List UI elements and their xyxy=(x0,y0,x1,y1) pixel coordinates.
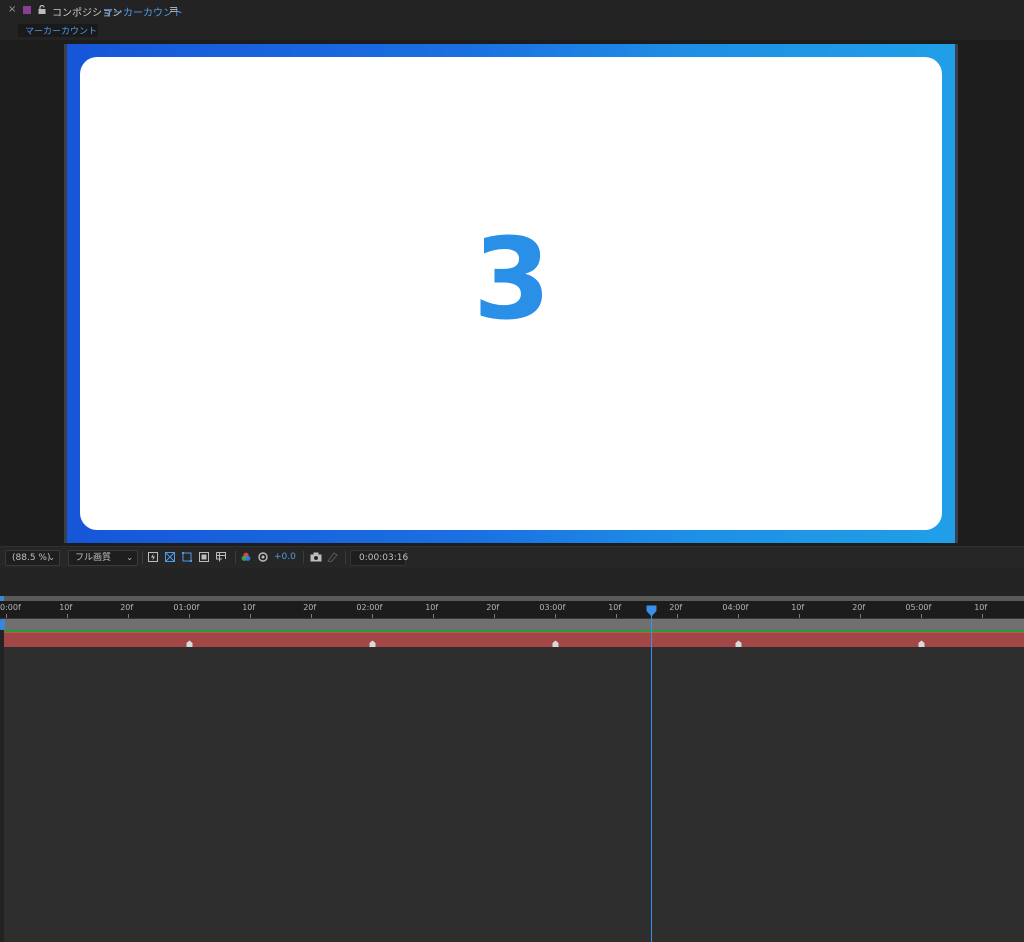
ruler-tick xyxy=(738,614,739,618)
ruler-tick xyxy=(128,614,129,618)
zoom-dropdown[interactable]: (88.5 %) ⌄ xyxy=(5,550,60,566)
exposure-value[interactable]: +0.0 xyxy=(274,552,296,562)
transparency-grid-icon[interactable] xyxy=(165,552,175,562)
ruler-tick xyxy=(982,614,983,618)
playhead-line[interactable] xyxy=(651,611,652,942)
work-area-start-handle[interactable] xyxy=(0,619,5,630)
ruler-label: 20f xyxy=(120,603,134,612)
ruler-tick xyxy=(6,614,7,618)
resolution-value: フル画質 xyxy=(75,553,112,563)
countdown-number: 3 xyxy=(473,215,551,345)
current-time-value: 0:00:03:16 xyxy=(359,553,409,563)
ruler-tick xyxy=(616,614,617,618)
mask-path-icon[interactable] xyxy=(182,552,192,562)
composition-subtab-label[interactable]: マーカーカウント xyxy=(25,24,97,37)
toolbar-divider xyxy=(345,551,346,564)
lock-icon[interactable] xyxy=(38,5,46,14)
timeline-left-edge xyxy=(0,632,4,942)
ruler-label: 0:00f xyxy=(0,603,21,612)
color-channel-icon[interactable] xyxy=(241,552,251,562)
ruler-tick xyxy=(494,614,495,618)
ruler-label: 20f xyxy=(486,603,500,612)
region-of-interest-icon[interactable] xyxy=(199,552,209,562)
ruler-tick xyxy=(67,614,68,618)
fast-previews-icon[interactable] xyxy=(148,552,158,562)
playhead-handle-icon[interactable] xyxy=(646,605,657,617)
ruler-label: 20f xyxy=(303,603,317,612)
chevron-down-icon: ⌄ xyxy=(48,553,55,562)
ruler-tick xyxy=(555,614,556,618)
ruler-label: 02:00f xyxy=(356,603,383,612)
ruler-label: 10f xyxy=(425,603,439,612)
ruler-tick xyxy=(677,614,678,618)
ruler-tick xyxy=(799,614,800,618)
ruler-label: 01:00f xyxy=(173,603,200,612)
toolbar-divider xyxy=(235,551,236,564)
ruler-label: 10f xyxy=(242,603,256,612)
time-ruler[interactable] xyxy=(0,601,1024,619)
canvas-edge-right xyxy=(955,44,958,543)
resolution-dropdown[interactable]: フル画質 ⌄ xyxy=(68,550,138,566)
ruler-label: 10f xyxy=(608,603,622,612)
panel-menu-icon[interactable]: ≡ xyxy=(169,3,178,16)
ruler-label: 10f xyxy=(59,603,73,612)
ruler-label: 20f xyxy=(852,603,866,612)
ruler-tick xyxy=(311,614,312,618)
current-time-display[interactable]: 0:00:03:16 xyxy=(350,550,409,566)
ruler-tick xyxy=(250,614,251,618)
composition-subtab-row xyxy=(0,22,1024,40)
timeline-track-area[interactable] xyxy=(4,647,1024,942)
ruler-label: 20f xyxy=(669,603,683,612)
ruler-tick xyxy=(372,614,373,618)
ruler-label: 03:00f xyxy=(539,603,566,612)
ruler-label: 10f xyxy=(974,603,988,612)
composition-color-swatch xyxy=(23,6,31,14)
ruler-tick xyxy=(860,614,861,618)
reset-exposure-icon[interactable] xyxy=(258,552,268,562)
toolbar-divider xyxy=(303,551,304,564)
toolbar-divider xyxy=(142,551,143,564)
ruler-tick xyxy=(433,614,434,618)
panel-gap xyxy=(0,568,1024,596)
ruler-label: 05:00f xyxy=(905,603,932,612)
layer-bar[interactable] xyxy=(4,632,1024,647)
chevron-down-icon: ⌄ xyxy=(126,553,133,562)
close-panel-button[interactable]: × xyxy=(8,4,16,15)
work-area-bar[interactable] xyxy=(4,619,1024,630)
show-snapshot-icon[interactable] xyxy=(327,552,339,562)
ruler-tick xyxy=(921,614,922,618)
ruler-label: 10f xyxy=(791,603,805,612)
snapshot-icon[interactable] xyxy=(310,552,322,562)
ruler-tick xyxy=(189,614,190,618)
ruler-label: 04:00f xyxy=(722,603,749,612)
grid-guides-icon[interactable] xyxy=(216,552,226,562)
